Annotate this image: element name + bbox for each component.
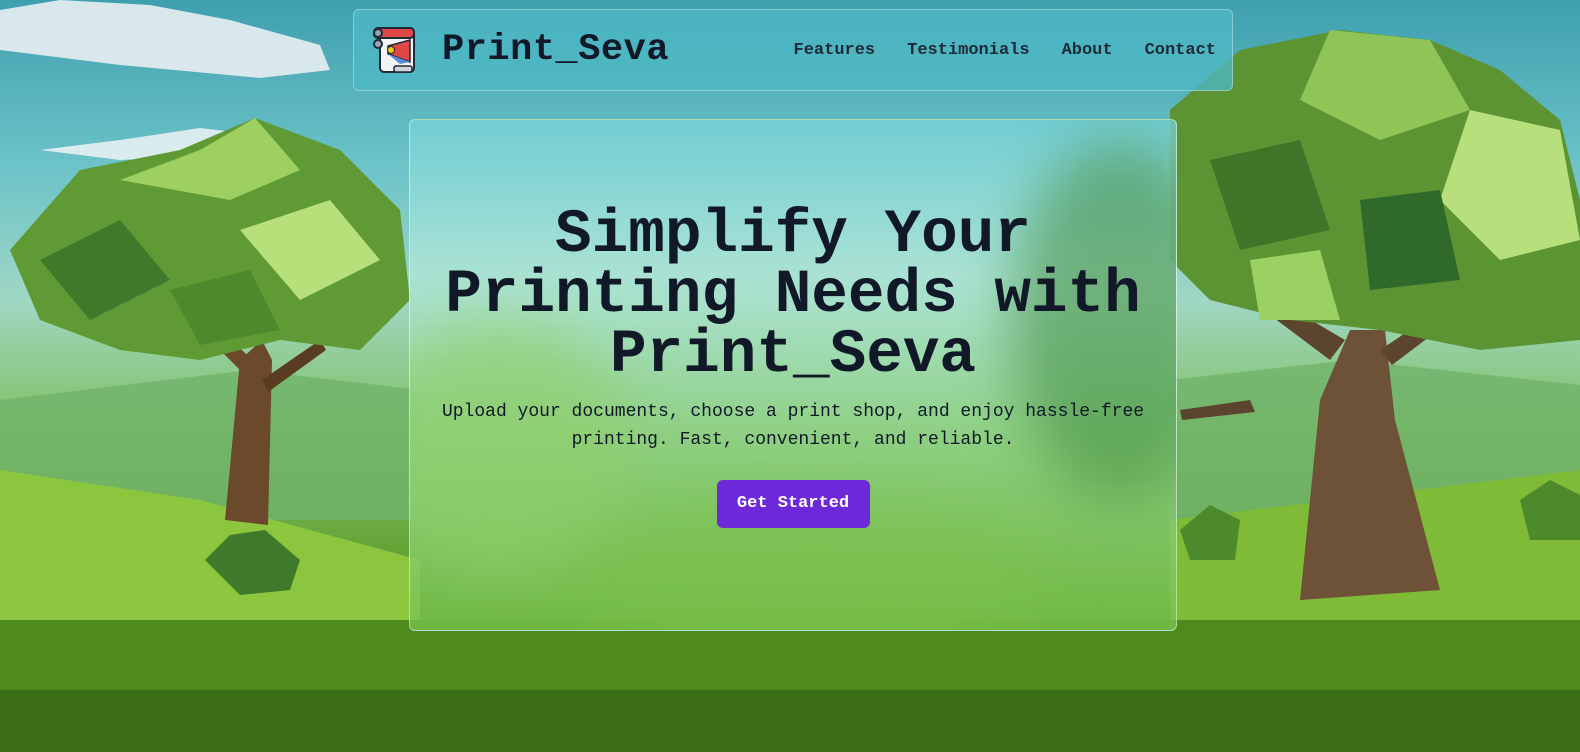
top-navbar: Print_Seva Features Testimonials About C… (353, 9, 1233, 91)
nav-link-contact[interactable]: Contact (1145, 41, 1216, 60)
nav-link-testimonials[interactable]: Testimonials (907, 41, 1029, 60)
hero-title-line: Printing Needs with (445, 261, 1141, 330)
nav-link-features[interactable]: Features (794, 41, 876, 60)
hero-title: Simplify Your Printing Needs with Print_… (410, 205, 1176, 386)
hero-subtitle: Upload your documents, choose a print sh… (410, 398, 1176, 454)
brand-name[interactable]: Print_Seva (442, 29, 669, 71)
hero-title-line: Simplify Your (555, 201, 1031, 270)
hero-card: Simplify Your Printing Needs with Print_… (409, 119, 1177, 631)
hero-subtitle-line: Upload your documents, choose a print sh… (441, 402, 1145, 422)
hero-title-line: Print_Seva (609, 321, 977, 390)
hero-subtitle-line: printing. Fast, convenient, and reliable… (571, 430, 1015, 450)
printer-scroll-icon[interactable] (370, 24, 422, 76)
get-started-button[interactable]: Get Started (716, 480, 870, 528)
nav-link-about[interactable]: About (1062, 41, 1113, 60)
nav-links: Features Testimonials About Contact (794, 41, 1216, 60)
